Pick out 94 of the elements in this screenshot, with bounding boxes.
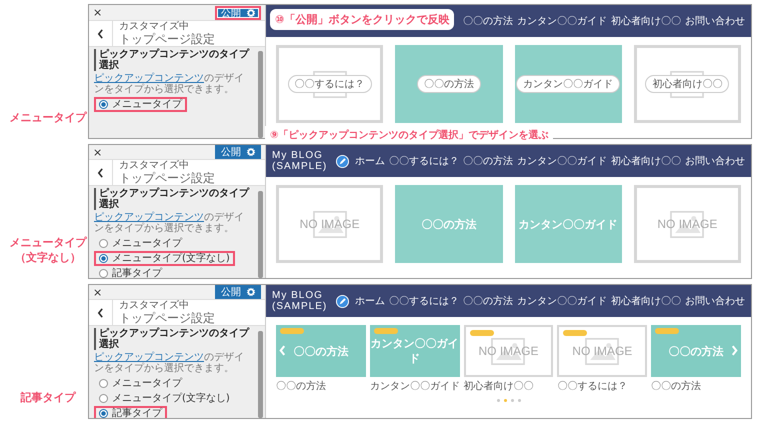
radio-button[interactable] <box>99 409 108 418</box>
pagination-dot[interactable] <box>518 399 520 402</box>
radio-button[interactable] <box>99 394 108 403</box>
radio-button[interactable] <box>99 269 108 278</box>
back-icon[interactable] <box>97 28 104 38</box>
setting-description: ピックアップコンテンツのデザインをタイプから選択できます。 <box>94 73 245 95</box>
pickup-card[interactable]: 〇〇の方法 <box>395 45 502 123</box>
close-button[interactable]: × <box>93 286 102 298</box>
close-button[interactable]: × <box>93 6 102 19</box>
nav-link[interactable]: カンタン〇〇ガイド <box>517 14 607 28</box>
site-logo[interactable]: My BLOG <box>272 150 330 161</box>
setting-heading: ピックアップコンテンツのタイプ選択 <box>94 188 253 210</box>
publish-button[interactable]: 公開 <box>215 285 261 299</box>
setting-description: ピックアップコンテンツのデザインをタイプから選択できます。 <box>94 352 245 374</box>
nav-link[interactable]: ホーム <box>355 154 385 168</box>
description-link[interactable]: ピックアップコンテンツ <box>94 352 204 363</box>
site-logo[interactable]: My BLOG <box>272 290 330 301</box>
pickup-card[interactable]: 初心者向け〇〇 <box>634 45 741 123</box>
nav-link[interactable]: お問い合わせ <box>685 14 745 28</box>
pagination-dot[interactable] <box>510 399 514 402</box>
close-button[interactable]: × <box>93 146 102 158</box>
category-badge <box>374 328 398 334</box>
nav-link[interactable]: 〇〇の方法 <box>463 154 513 168</box>
radio-option[interactable]: メニュータイプ(文字なし) <box>94 391 235 406</box>
site-logo[interactable]: (SAMPLE) <box>272 301 330 312</box>
customizing-label: カスタマイズ中 <box>119 300 190 311</box>
radio-button[interactable] <box>99 254 108 263</box>
type-sublabel: （文字なし） <box>15 250 81 265</box>
article-title[interactable]: 初心者向け〇〇 <box>464 379 554 393</box>
site-logo[interactable]: (SAMPLE) <box>272 161 330 172</box>
section-title: トップページ設定 <box>119 311 215 325</box>
pencil-icon[interactable] <box>336 154 349 168</box>
title-pill[interactable]: カンタン〇〇ガイド <box>516 75 620 93</box>
pagination-dot[interactable] <box>496 399 500 402</box>
radio-option[interactable]: 記事タイプ <box>94 266 167 278</box>
section-title: トップページ設定 <box>119 171 215 185</box>
customizing-label: カスタマイズ中 <box>119 21 190 32</box>
scrollbar[interactable] <box>258 191 263 278</box>
category-badge <box>470 330 494 336</box>
section-title: トップページ設定 <box>119 32 215 46</box>
pencil-icon[interactable] <box>336 294 349 308</box>
setting-heading: ピックアップコンテンツのタイプ選択 <box>94 49 253 71</box>
gear-icon <box>247 288 255 296</box>
scrollbar[interactable] <box>258 51 263 138</box>
gear-icon <box>247 8 255 16</box>
article-title[interactable]: 〇〇の方法 <box>276 379 366 393</box>
category-badge <box>563 330 588 336</box>
radio-option[interactable]: メニュータイプ <box>94 376 187 391</box>
title-pill[interactable]: 〇〇の方法 <box>416 75 481 93</box>
nav-link[interactable]: カンタン〇〇ガイド <box>517 294 607 308</box>
type-label: メニュータイプ <box>10 110 86 125</box>
nav-link[interactable]: 〇〇するには？ <box>389 294 459 308</box>
callout-note: ⑩「公開」ボタンをクリックで反映 <box>270 9 454 30</box>
chevron-right-icon[interactable] <box>731 345 738 356</box>
radio-option[interactable]: 記事タイプ <box>94 406 167 418</box>
article-title[interactable]: 〇〇の方法 <box>651 379 741 393</box>
nav-link[interactable]: 初心者向け〇〇 <box>611 294 681 308</box>
radio-button[interactable] <box>99 379 108 388</box>
radio-button[interactable] <box>99 239 108 248</box>
pickup-card[interactable]: 〇〇するには？ <box>276 45 384 123</box>
radio-option[interactable]: メニュータイプ <box>94 236 187 251</box>
radio-button[interactable] <box>99 100 108 109</box>
nav-link[interactable]: 初心者向け〇〇 <box>611 154 681 168</box>
radio-option[interactable]: メニュータイプ <box>94 97 187 112</box>
title-pill[interactable]: 初心者向け〇〇 <box>645 75 730 93</box>
type-label: メニュータイプ <box>10 235 86 250</box>
nav-link[interactable]: お問い合わせ <box>685 154 745 168</box>
chevron-left-icon[interactable] <box>279 345 286 356</box>
scrollbar[interactable] <box>258 331 263 418</box>
customizing-label: カスタマイズ中 <box>119 160 190 171</box>
nav-link[interactable]: 〇〇の方法 <box>463 294 513 308</box>
nav-link[interactable]: 初心者向け〇〇 <box>611 14 681 28</box>
back-icon[interactable] <box>97 168 104 178</box>
description-link[interactable]: ピックアップコンテンツ <box>94 212 204 223</box>
type-label: 記事タイプ <box>20 390 76 405</box>
article-title[interactable]: カンタン〇〇ガイド <box>370 379 460 393</box>
publish-button[interactable]: 公開 <box>215 145 261 159</box>
description-link[interactable]: ピックアップコンテンツ <box>94 73 204 84</box>
category-badge <box>655 328 680 334</box>
setting-description: ピックアップコンテンツのデザインをタイプから選択できます。 <box>94 212 245 234</box>
pickup-card[interactable]: カンタン〇〇ガイド <box>514 45 622 123</box>
nav-link[interactable]: お問い合わせ <box>685 294 745 308</box>
pagination-dot[interactable] <box>504 399 506 402</box>
gear-icon <box>247 148 255 156</box>
setting-heading: ピックアップコンテンツのタイプ選択 <box>94 328 253 350</box>
back-icon[interactable] <box>97 308 104 318</box>
title-pill[interactable]: 〇〇するには？ <box>288 75 372 93</box>
category-badge <box>280 328 304 334</box>
nav-link[interactable]: カンタン〇〇ガイド <box>517 154 607 168</box>
radio-option[interactable]: メニュータイプ(文字なし) <box>94 251 235 266</box>
nav-link[interactable]: 〇〇の方法 <box>463 14 513 28</box>
nav-link[interactable]: ホーム <box>355 294 385 308</box>
article-title[interactable]: 〇〇するには？ <box>557 379 648 393</box>
nav-link[interactable]: 〇〇するには？ <box>389 154 459 168</box>
